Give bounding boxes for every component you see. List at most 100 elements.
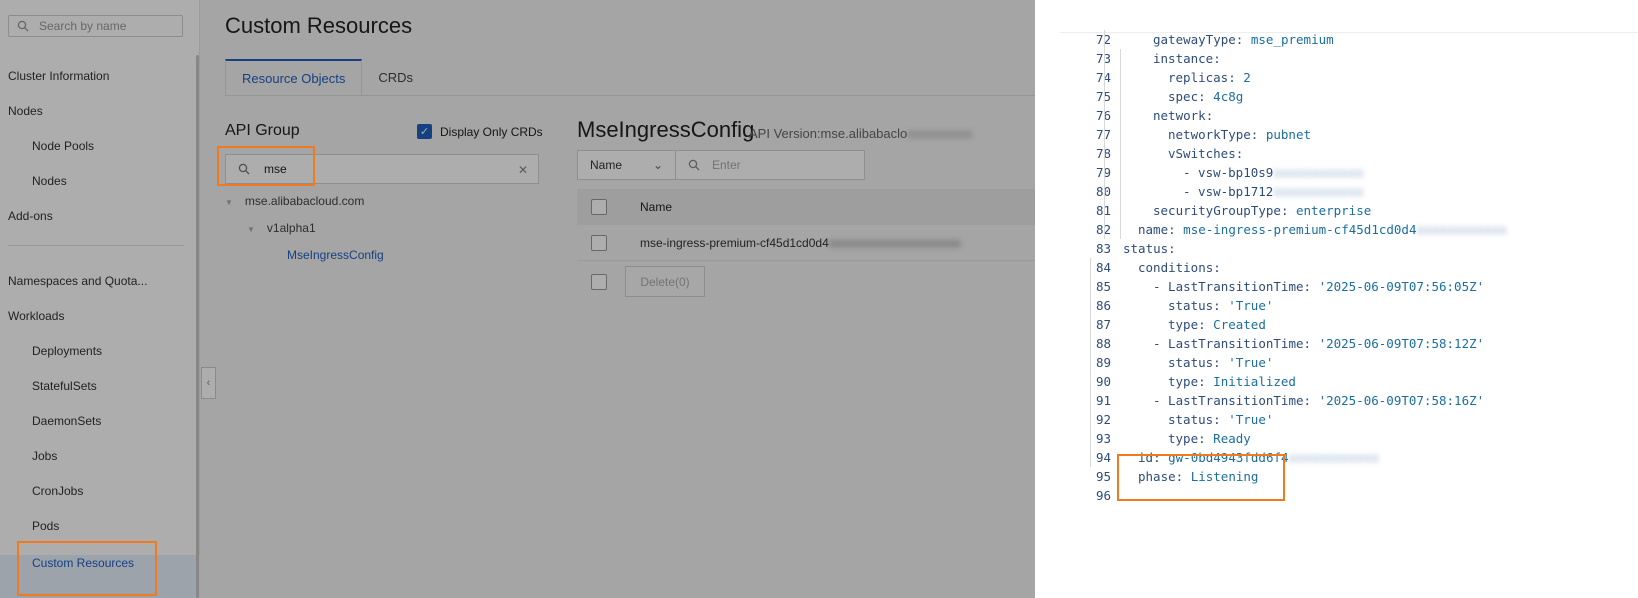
yaml-colon: : [1235, 146, 1244, 161]
code-content: type: Created [1168, 315, 1266, 334]
code-content: instance: [1153, 49, 1221, 68]
line-number: 88 [1095, 336, 1111, 351]
code-content: - vsw-bp1712xxxxxxxxxxxx [1183, 182, 1364, 201]
code-content: name: mse-ingress-premium-cf45d1cd0d4xxx… [1138, 220, 1507, 239]
line-number: 84 [1095, 260, 1111, 275]
line-number: 75 [1073, 87, 1111, 106]
yaml-key: - LastTransitionTime [1153, 279, 1304, 294]
yaml-key: vSwitches [1168, 146, 1236, 161]
line-number: 90 [1095, 374, 1111, 389]
yaml-key: type [1168, 374, 1199, 389]
indent-guide [1120, 49, 1121, 239]
yaml-colon: : [1198, 374, 1206, 389]
redacted-text: xxxxxxxxxxxx [1416, 222, 1507, 237]
yaml-value: Ready [1213, 431, 1251, 446]
line-number: 89 [1095, 355, 1111, 370]
yaml-colon: : [1213, 51, 1221, 66]
line-number: 73 [1073, 49, 1111, 68]
yaml-key: networkType [1168, 127, 1251, 142]
line-number: 92 [1095, 412, 1111, 427]
yaml-key: - vsw-bp10s9 [1183, 165, 1274, 180]
code-content: status: 'True' [1168, 296, 1273, 315]
code-content: network: [1153, 106, 1213, 125]
line-number: 91 [1095, 393, 1111, 408]
yaml-colon: : [1198, 431, 1206, 446]
line-number: 96 [1095, 488, 1111, 503]
indent-guide [1090, 258, 1091, 467]
line-number: 78 [1073, 144, 1111, 163]
yaml-key: type [1168, 431, 1199, 446]
yaml-key: securityGroupType [1153, 203, 1281, 218]
code-content: replicas: 2 [1168, 68, 1251, 87]
line-number: 72 [1073, 30, 1111, 49]
code-content: type: Initialized [1168, 372, 1296, 391]
redacted-text: xxxxxxxxxxxx [1273, 184, 1364, 199]
line-number: 94 [1095, 450, 1111, 465]
yaml-value: enterprise [1296, 203, 1372, 218]
yaml-value: mse-ingress-premium-cf45d1cd0d4 [1183, 222, 1417, 237]
yaml-colon: : [1250, 127, 1259, 142]
line-number: 76 [1073, 106, 1111, 125]
code-content: - LastTransitionTime: '2025-06-09T07:58:… [1153, 334, 1484, 353]
code-content: status: [1123, 239, 1176, 258]
yaml-colon: : [1198, 89, 1206, 104]
yaml-panel: 72 gatewayType: mse_premium 73 instance: 74 r… [1035, 0, 1638, 598]
highlight-box-phase [1117, 454, 1285, 501]
code-content: vSwitches: [1168, 144, 1243, 163]
line-number: 74 [1073, 68, 1111, 87]
yaml-value: 2 [1243, 70, 1251, 85]
yaml-colon: : [1168, 222, 1176, 237]
line-number: 83 [1095, 241, 1111, 256]
code-content: - LastTransitionTime: '2025-06-09T07:56:… [1153, 277, 1484, 296]
yaml-key: - vsw-bp1712 [1183, 184, 1274, 199]
screenshot-root: Search by name Cluster Information Nodes… [0, 0, 1638, 598]
yaml-colon: : [1303, 279, 1312, 294]
line-number: 87 [1095, 317, 1111, 332]
line-number: 95 [1095, 469, 1111, 484]
code-content: securityGroupType: enterprise [1153, 201, 1371, 220]
yaml-colon: : [1303, 336, 1312, 351]
highlight-box-custom-resources [17, 541, 157, 596]
yaml-key: name [1138, 222, 1169, 237]
yaml-key: gatewayType [1153, 32, 1236, 47]
line-number: 77 [1073, 125, 1111, 144]
indent-guide [1104, 30, 1105, 239]
yaml-key: - LastTransitionTime [1153, 393, 1304, 408]
yaml-colon: : [1213, 260, 1221, 275]
yaml-key: - LastTransitionTime [1153, 336, 1304, 351]
yaml-key: status [1168, 355, 1214, 370]
yaml-value: Created [1213, 317, 1266, 332]
modal-overlay[interactable] [0, 0, 1035, 598]
yaml-value: pubnet [1265, 127, 1312, 142]
yaml-key: type [1168, 317, 1199, 332]
yaml-colon: : [1303, 393, 1312, 408]
yaml-value: '2025-06-09T07:58:16Z' [1318, 393, 1485, 408]
yaml-colon: : [1205, 108, 1214, 123]
redacted-text: xxxxxxxxxxxx [1288, 450, 1379, 465]
line-number: 81 [1073, 201, 1111, 220]
line-number: 82 [1073, 220, 1111, 239]
code-content: status: 'True' [1168, 353, 1273, 372]
yaml-colon: : [1213, 355, 1221, 370]
yaml-key: conditions [1138, 260, 1214, 275]
yaml-colon: : [1213, 298, 1221, 313]
yaml-colon: : [1228, 70, 1236, 85]
yaml-value: 'True' [1228, 412, 1274, 427]
yaml-key: instance [1153, 51, 1214, 66]
line-number: 79 [1073, 163, 1111, 182]
yaml-value: 4c8g [1213, 89, 1244, 104]
yaml-value: 'True' [1228, 355, 1274, 370]
code-content: spec: 4c8g [1168, 87, 1243, 106]
yaml-key: network [1153, 108, 1206, 123]
yaml-key: status [1168, 412, 1214, 427]
code-content: networkType: pubnet [1168, 125, 1311, 144]
redacted-text: xxxxxxxxxxxx [1273, 165, 1364, 180]
yaml-key: status [1123, 241, 1169, 256]
yaml-colon: : [1168, 241, 1176, 256]
code-content: - LastTransitionTime: '2025-06-09T07:58:… [1153, 391, 1484, 410]
yaml-value: 'True' [1228, 298, 1274, 313]
yaml-colon: : [1198, 317, 1206, 332]
yaml-key: status [1168, 298, 1214, 313]
yaml-value: '2025-06-09T07:56:05Z' [1318, 279, 1485, 294]
line-number: 80 [1073, 182, 1111, 201]
